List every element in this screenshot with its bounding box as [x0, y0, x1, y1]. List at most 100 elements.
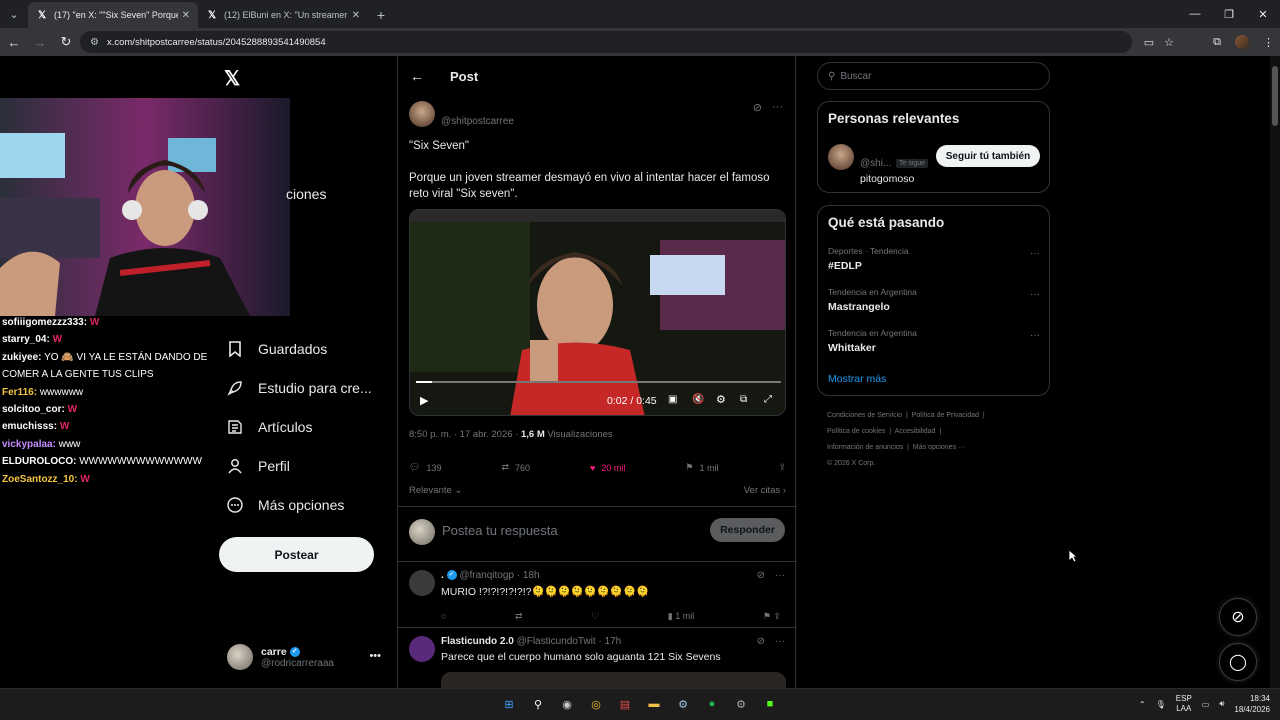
- cast-icon[interactable]: ▭: [1144, 36, 1154, 49]
- avatar[interactable]: [828, 144, 854, 170]
- close-tab-icon[interactable]: ✕: [182, 10, 190, 21]
- chat-username[interactable]: ELDUROLOCO:: [2, 456, 76, 467]
- windows-start-icon[interactable]: ⊞: [498, 693, 520, 715]
- chat-username[interactable]: Fer116:: [2, 387, 37, 398]
- heart-icon[interactable]: ♡: [591, 611, 599, 622]
- grok-button[interactable]: ⊘: [1219, 598, 1257, 636]
- network-icon[interactable]: ▭: [1202, 700, 1210, 709]
- nav-item-perfil[interactable]: Perfil: [226, 457, 290, 475]
- browser-menu-icon[interactable]: ⋮: [1263, 36, 1274, 49]
- reply-button[interactable]: Responder: [710, 518, 785, 542]
- post-author[interactable]: @shitpostcarree: [409, 101, 514, 127]
- avatar[interactable]: [409, 636, 435, 662]
- settings-gear-icon[interactable]: ⚙: [716, 393, 726, 406]
- fullscreen-icon[interactable]: ⤢: [764, 394, 772, 405]
- footer-link[interactable]: Política de Privacidad: [912, 412, 979, 419]
- clock[interactable]: 18:34 18/4/2026: [1234, 693, 1270, 715]
- kick-icon[interactable]: ■: [759, 693, 781, 715]
- search-input[interactable]: ⚲ Buscar: [817, 62, 1050, 90]
- footer-link[interactable]: Accesibilidad: [895, 428, 936, 435]
- site-info-icon[interactable]: ⚙: [90, 37, 99, 48]
- reply-input[interactable]: Postea tu respuesta: [442, 523, 558, 538]
- chevron-up-icon[interactable]: ⌃: [1139, 700, 1146, 709]
- repost-icon[interactable]: ⇄: [515, 611, 523, 622]
- post-date[interactable]: 8:50 p. m. · 17 abr. 2026 ·: [409, 429, 521, 440]
- close-tab-icon[interactable]: ✕: [352, 10, 360, 21]
- nav-item-estudio[interactable]: Estudio para cre...: [226, 379, 372, 397]
- author-handle[interactable]: @shitpostcarree: [441, 116, 514, 127]
- share-action[interactable]: ⇪: [778, 462, 786, 473]
- nav-item-articulos[interactable]: Artículos: [226, 418, 312, 436]
- nav-item-guardados[interactable]: Guardados: [226, 340, 327, 358]
- more-icon[interactable]: ···: [1030, 248, 1040, 259]
- reply-icon[interactable]: ○: [441, 611, 446, 622]
- reply-media-image[interactable]: [441, 672, 786, 688]
- play-icon[interactable]: ▶: [420, 394, 428, 407]
- chat-username[interactable]: sofiiigomezzz333:: [2, 317, 87, 328]
- scrollbar-thumb[interactable]: [1272, 66, 1278, 126]
- avatar[interactable]: [409, 101, 435, 127]
- reply-action[interactable]: 💬︎ 139: [409, 462, 441, 473]
- chat-username[interactable]: solcitoo_cor:: [2, 404, 65, 415]
- bookmark-share-icons[interactable]: ⚑ ⇪: [763, 611, 781, 622]
- more-icon[interactable]: ···: [1030, 289, 1040, 300]
- grok-icon[interactable]: ⊘: [757, 636, 765, 647]
- nav-item-partial[interactable]: ciones: [286, 186, 326, 202]
- bookmark-star-icon[interactable]: ☆: [1164, 36, 1174, 49]
- more-icon[interactable]: ···: [1030, 330, 1040, 341]
- like-action[interactable]: ♥ 20 mil: [590, 463, 625, 473]
- extensions-icon[interactable]: ⧉: [1213, 36, 1221, 49]
- app-icon[interactable]: ▤: [614, 693, 636, 715]
- back-arrow-icon[interactable]: ←: [410, 68, 424, 84]
- follow-back-button[interactable]: Seguir tú también: [936, 145, 1040, 167]
- trend-item[interactable]: Tendencia en Argentina Mastrangelo ···: [828, 287, 1040, 313]
- browser-tab-active[interactable]: 𝕏 (17) "en X: ""Six Seven" Porque un ✕: [28, 2, 198, 28]
- footer-link[interactable]: Política de cookies: [827, 428, 885, 435]
- show-more-link[interactable]: Mostrar más: [828, 373, 886, 385]
- reply-item[interactable]: . ✓ @franqitogp · 18h MURIO !?!?!?!?!?!?…: [398, 562, 797, 628]
- address-bar[interactable]: ⚙ x.com/shitpostcarree/status/2045288893…: [80, 31, 1132, 53]
- grok-icon[interactable]: ⊘: [757, 570, 765, 581]
- spotify-icon[interactable]: ●: [701, 693, 723, 715]
- x-logo-icon[interactable]: 𝕏: [224, 66, 240, 91]
- mute-icon[interactable]: 🔇: [692, 394, 704, 405]
- volume-icon[interactable]: 🔊︎: [1219, 699, 1224, 709]
- nav-item-mas-opciones[interactable]: Más opciones: [226, 496, 344, 514]
- more-icon[interactable]: •••: [369, 650, 381, 662]
- chrome-icon[interactable]: ◎: [585, 693, 607, 715]
- microphone-icon[interactable]: 🎙︎: [1156, 700, 1166, 709]
- chat-username[interactable]: ZoeSantozz_10:: [2, 474, 78, 485]
- account-switcher[interactable]: carre ✓ @rodricarreraaa •••: [227, 644, 387, 670]
- chat-username[interactable]: starry_04:: [2, 334, 50, 345]
- captions-icon[interactable]: ▣: [668, 394, 677, 405]
- file-explorer-icon[interactable]: ▬: [643, 693, 665, 715]
- more-icon[interactable]: ···: [772, 101, 783, 114]
- footer-link[interactable]: Condiciones de Servicio: [827, 412, 902, 419]
- trend-item[interactable]: Deportes · Tendencia #EDLP ···: [828, 246, 1040, 272]
- new-tab-button[interactable]: +: [368, 2, 394, 28]
- grok-icon[interactable]: ⊘: [753, 101, 762, 114]
- restore-icon[interactable]: ❐: [1212, 0, 1246, 28]
- relevant-handle[interactable]: @shi...: [860, 158, 891, 169]
- browser-tab[interactable]: 𝕏 (12) ElBuni en X: "Un streamer chi ✕: [198, 2, 368, 28]
- video-progress-track[interactable]: [416, 381, 781, 383]
- chat-username[interactable]: emuchisss:: [2, 421, 57, 432]
- profile-avatar[interactable]: [1235, 35, 1249, 49]
- forward-icon[interactable]: →: [28, 30, 52, 54]
- minimize-icon[interactable]: —: [1178, 0, 1212, 28]
- messages-button[interactable]: ◯: [1219, 643, 1257, 681]
- page-scrollbar[interactable]: [1270, 56, 1280, 688]
- avatar[interactable]: [409, 570, 435, 596]
- language-indicator[interactable]: ESP LAA: [1176, 694, 1192, 714]
- views-action[interactable]: ▮ 1 mil: [668, 611, 694, 622]
- chat-username[interactable]: zukiyee:: [2, 352, 41, 363]
- pip-icon[interactable]: ⧉: [740, 394, 747, 405]
- close-window-icon[interactable]: ✕: [1246, 0, 1280, 28]
- post-button[interactable]: Postear: [219, 537, 374, 572]
- app-icon[interactable]: ◉: [556, 693, 578, 715]
- footer-link[interactable]: Más opciones ···: [913, 444, 965, 451]
- reply-item[interactable]: Flasticundo 2.0 @FlasticundoTwit · 17h P…: [398, 628, 797, 688]
- footer-link[interactable]: Información de anuncios: [827, 444, 903, 451]
- video-player[interactable]: ▶ 0:02 / 0:45 ▣ 🔇 ⚙ ⧉ ⤢: [409, 209, 786, 416]
- more-icon[interactable]: ···: [775, 570, 785, 581]
